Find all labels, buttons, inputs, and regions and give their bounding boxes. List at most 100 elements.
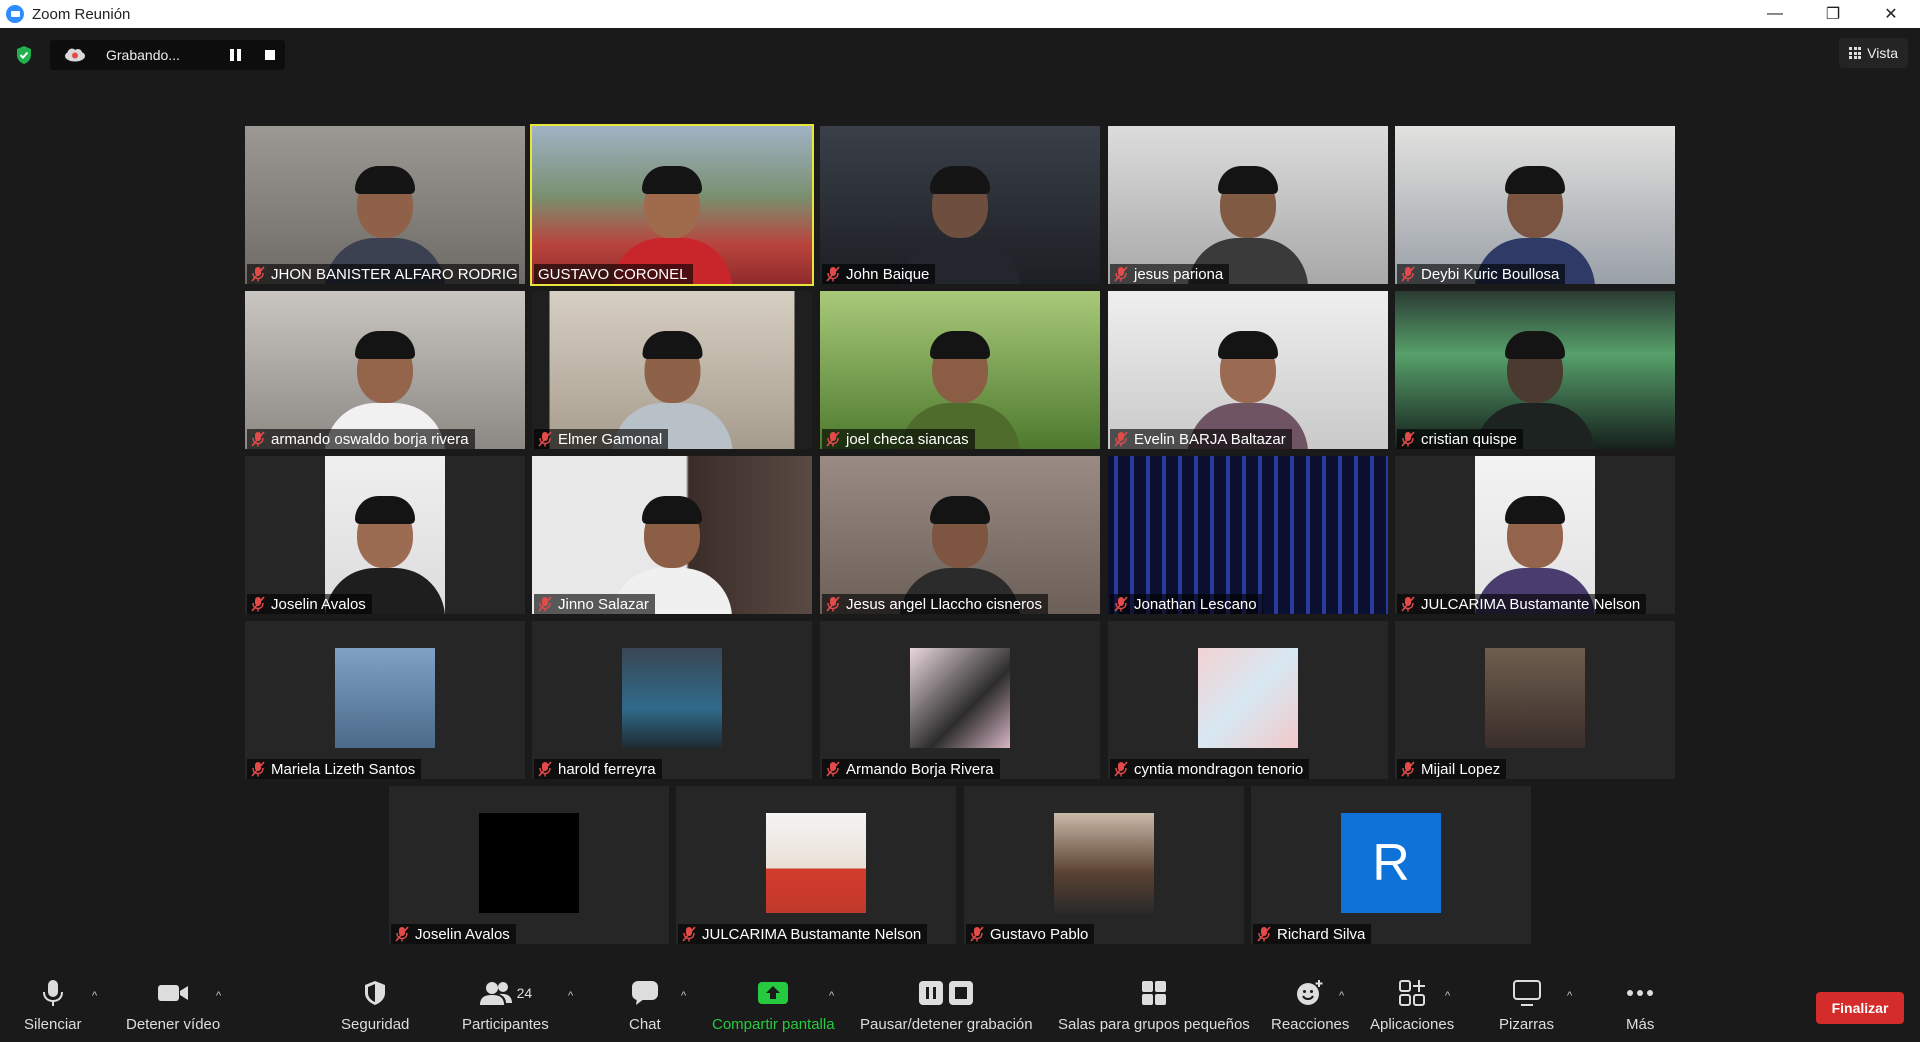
participant-tile[interactable]: Mijail Lopez	[1395, 621, 1675, 779]
view-label: Vista	[1867, 45, 1898, 61]
muted-microphone-icon	[395, 926, 409, 942]
participant-tile[interactable]: R Richard Silva	[1251, 786, 1531, 944]
reactions-options-chevron-icon[interactable]: ^	[1339, 990, 1344, 1002]
stop-recording-icon[interactable]	[265, 50, 275, 60]
end-meeting-button[interactable]: Finalizar	[1816, 992, 1904, 1024]
participant-video	[1395, 126, 1675, 284]
participant-name-tag: GUSTAVO CORONEL	[534, 264, 694, 284]
participant-tile[interactable]: Evelin BARJA Baltazar	[1108, 291, 1388, 449]
mute-button[interactable]: Silenciar	[24, 978, 82, 1033]
whiteboards-options-chevron-icon[interactable]: ^	[1567, 990, 1572, 1002]
participant-name-tag: JHON BANISTER ALFARO RODRIG...	[247, 264, 519, 284]
breakout-rooms-button[interactable]: Salas para grupos pequeños	[1058, 978, 1250, 1033]
participant-tile[interactable]: Joselin Avalos	[389, 786, 669, 944]
participant-video	[325, 456, 445, 614]
participant-video	[1395, 291, 1675, 449]
muted-microphone-icon	[538, 596, 552, 612]
participant-tile[interactable]: Joselin Avalos	[245, 456, 525, 614]
participant-name: cyntia mondragon tenorio	[1134, 760, 1304, 778]
participant-tile[interactable]: Jonathan Lescano	[1108, 456, 1388, 614]
chat-options-chevron-icon[interactable]: ^	[681, 990, 686, 1002]
apps-options-chevron-icon[interactable]: ^	[1445, 990, 1450, 1002]
participant-tile[interactable]: harold ferreyra	[532, 621, 812, 779]
participant-name: JHON BANISTER ALFARO RODRIG...	[271, 265, 519, 283]
participant-name: Elmer Gamonal	[558, 430, 663, 448]
pause-stop-recording-button[interactable]: Pausar/detener grabación	[860, 978, 1033, 1033]
more-dots-icon	[1626, 978, 1654, 1008]
participant-tile[interactable]: jesus pariona	[1108, 126, 1388, 284]
participant-name: Gustavo Pablo	[990, 925, 1089, 943]
apps-button[interactable]: Aplicaciones	[1370, 978, 1454, 1033]
video-background	[245, 456, 525, 614]
profile-picture	[1198, 648, 1298, 748]
restore-button[interactable]: ❐	[1804, 0, 1862, 28]
muted-microphone-icon	[1114, 431, 1128, 447]
participant-tile[interactable]: Mariela Lizeth Santos	[245, 621, 525, 779]
share-screen-icon	[758, 978, 789, 1008]
participant-name: Jesus angel Llaccho cisneros	[846, 595, 1042, 613]
chat-button[interactable]: Chat	[629, 978, 661, 1033]
participant-name-tag: joel checa siancas	[822, 429, 975, 449]
participant-name-tag: John Baique	[822, 264, 936, 284]
more-button[interactable]: Más	[1626, 978, 1654, 1033]
minimize-button[interactable]: —	[1746, 0, 1804, 28]
profile-picture	[1054, 813, 1154, 913]
pause-recording-icon[interactable]	[230, 49, 241, 61]
participant-tile[interactable]: Gustavo Pablo	[964, 786, 1244, 944]
muted-microphone-icon	[1114, 266, 1128, 282]
security-button[interactable]: Seguridad	[341, 978, 409, 1033]
muted-microphone-icon	[1401, 431, 1415, 447]
profile-picture	[1485, 648, 1585, 748]
audio-options-chevron-icon[interactable]: ^	[92, 990, 97, 1002]
share-options-chevron-icon[interactable]: ^	[829, 990, 834, 1002]
participant-tile[interactable]: GUSTAVO CORONEL	[530, 124, 814, 286]
participant-tile[interactable]: cristian quispe	[1395, 291, 1675, 449]
participant-tile[interactable]: Armando Borja Rivera	[820, 621, 1100, 779]
participant-figure	[1475, 144, 1595, 284]
participant-tile[interactable]: joel checa siancas	[820, 291, 1100, 449]
close-button[interactable]: ✕	[1862, 0, 1920, 28]
participant-tile[interactable]: JHON BANISTER ALFARO RODRIG...	[245, 126, 525, 284]
participants-button[interactable]: 24 Participantes	[462, 978, 549, 1033]
participant-tile[interactable]: Deybi Kuric Boullosa	[1395, 126, 1675, 284]
participant-figure	[1188, 144, 1308, 284]
whiteboards-button[interactable]: Pizarras	[1499, 978, 1554, 1033]
participants-options-chevron-icon[interactable]: ^	[568, 990, 573, 1002]
participant-name: John Baique	[846, 265, 930, 283]
participant-tile[interactable]: Elmer Gamonal	[532, 291, 812, 449]
participant-name-tag: Jesus angel Llaccho cisneros	[822, 594, 1048, 614]
profile-picture	[910, 648, 1010, 748]
window-title: Zoom Reunión	[32, 5, 131, 23]
microphone-icon	[42, 978, 64, 1008]
participant-tile[interactable]: Jinno Salazar	[532, 456, 812, 614]
recording-label: Grabando...	[106, 47, 180, 63]
participant-tile[interactable]: John Baique	[820, 126, 1100, 284]
participant-tile[interactable]: cyntia mondragon tenorio	[1108, 621, 1388, 779]
participant-name: jesus pariona	[1134, 265, 1224, 283]
video-options-chevron-icon[interactable]: ^	[216, 990, 221, 1002]
title-bar: Zoom Reunión — ❐ ✕	[0, 0, 1920, 28]
participant-tile[interactable]: Jesus angel Llaccho cisneros	[820, 456, 1100, 614]
participant-name-tag: harold ferreyra	[534, 759, 662, 779]
reactions-button[interactable]: Reacciones	[1271, 978, 1349, 1033]
participant-name-tag: Joselin Avalos	[247, 594, 372, 614]
window-controls: — ❐ ✕	[1746, 0, 1920, 28]
share-screen-button[interactable]: Compartir pantalla	[712, 978, 835, 1033]
video-background	[964, 786, 1244, 944]
participants-count: 24	[516, 985, 533, 1001]
participant-video	[245, 126, 525, 284]
participant-name-tag: cyntia mondragon tenorio	[1110, 759, 1310, 779]
view-button[interactable]: Vista	[1839, 38, 1908, 68]
participant-name: JULCARIMA Bustamante Nelson	[1421, 595, 1641, 613]
participant-name: Evelin BARJA Baltazar	[1134, 430, 1286, 448]
participant-tile[interactable]: JULCARIMA Bustamante Nelson	[1395, 456, 1675, 614]
participant-tile[interactable]: JULCARIMA Bustamante Nelson	[676, 786, 956, 944]
participant-name: Joselin Avalos	[415, 925, 510, 943]
participant-name: armando oswaldo borja rivera	[271, 430, 469, 448]
video-background	[676, 786, 956, 944]
encryption-shield-icon[interactable]	[15, 45, 33, 65]
participant-tile[interactable]: armando oswaldo borja rivera	[245, 291, 525, 449]
stop-video-button[interactable]: Detener vídeo	[126, 978, 220, 1033]
participant-figure	[612, 309, 732, 449]
participant-figure	[325, 474, 445, 614]
